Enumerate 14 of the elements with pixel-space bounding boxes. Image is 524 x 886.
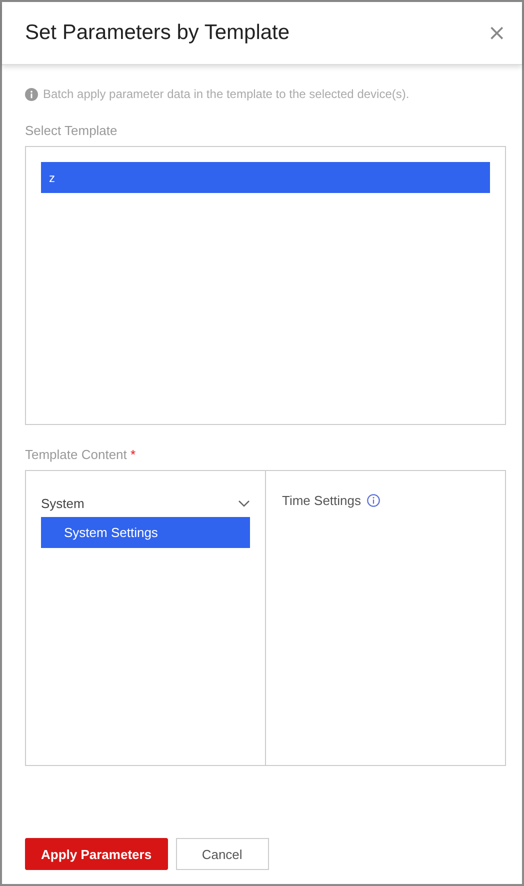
apply-button[interactable]: Apply Parameters (25, 838, 168, 870)
info-icon (25, 88, 38, 100)
setting-name: Time Settings (282, 493, 361, 508)
dialog-title: Set Parameters by Template (25, 21, 290, 45)
field-label: Select Template (25, 123, 118, 138)
cancel-button[interactable]: Cancel (176, 838, 269, 870)
close-button[interactable]: × (484, 20, 510, 46)
tree-category[interactable]: System (41, 493, 250, 513)
required-mark: * (130, 447, 136, 462)
info-icon[interactable] (367, 494, 380, 507)
field-label: Template Content (25, 447, 127, 462)
template-item[interactable]: z (41, 162, 490, 193)
hint-text: Batch apply parameter data in the template to the selected device(s). (43, 87, 410, 101)
tree-item[interactable]: System Settings (41, 517, 250, 548)
